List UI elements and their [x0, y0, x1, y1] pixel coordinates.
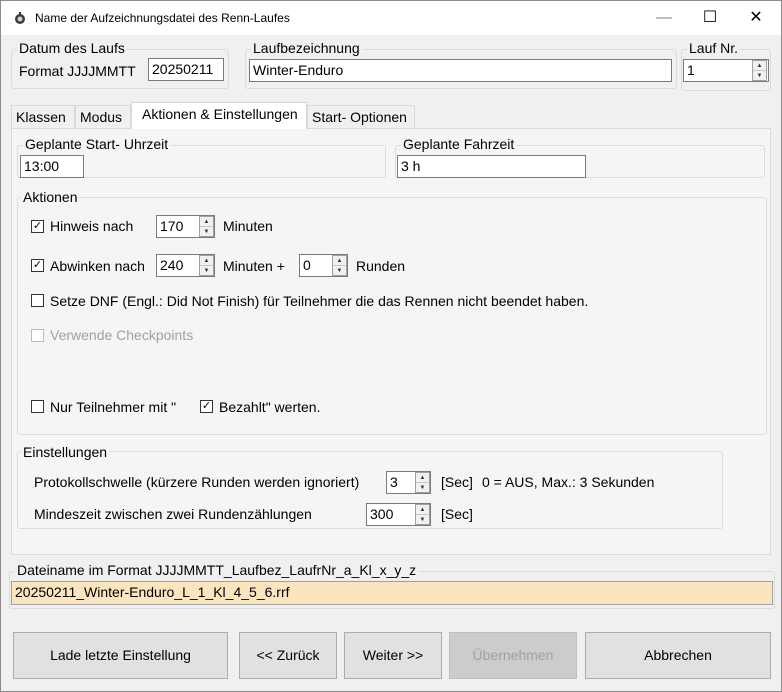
wave-checkbox[interactable]: ✓	[31, 259, 44, 272]
spin-up-icon[interactable]: ▲	[200, 256, 213, 266]
load-last-settings-button[interactable]: Lade letzte Einstellung	[13, 632, 228, 679]
spin-down-icon[interactable]: ▼	[333, 266, 346, 276]
only-participants-checkbox[interactable]	[31, 400, 44, 413]
maximize-button[interactable]: ☐	[687, 1, 733, 35]
min-time-label: Mindeszeit zwischen zwei Rundenzählungen	[34, 506, 312, 522]
app-icon	[15, 12, 25, 24]
close-button[interactable]: ✕	[733, 1, 779, 35]
minimize-button[interactable]: —	[641, 1, 687, 35]
wave-laps-spinner[interactable]: ▲ ▼	[332, 255, 347, 276]
run-number-group-label: Lauf Nr.	[687, 40, 741, 56]
wave-minutes-unit-label: Minuten +	[223, 258, 285, 274]
back-button[interactable]: << Zurück	[239, 632, 337, 679]
notice-checkbox[interactable]: ✓	[31, 220, 44, 233]
tab-strip: Klassen Modus Aktionen & Einstellungen S…	[11, 102, 771, 129]
spin-up-icon[interactable]: ▲	[753, 61, 766, 71]
notice-unit-label: Minuten	[223, 218, 273, 234]
tab-start-optionen[interactable]: Start- Optionen	[307, 105, 415, 129]
threshold-unit: [Sec]	[441, 474, 473, 490]
only-participants-label[interactable]: Nur Teilnehmer mit "	[50, 399, 176, 415]
notice-label[interactable]: Hinweis nach	[50, 218, 133, 234]
paid-label[interactable]: Bezahlt" werten.	[219, 399, 320, 415]
date-input[interactable]: 20250211	[148, 58, 224, 81]
actions-group-label: Aktionen	[21, 189, 80, 205]
run-name-group-label: Laufbezeichnung	[251, 40, 362, 56]
spin-down-icon[interactable]: ▼	[416, 483, 429, 493]
apply-button: Übernehmen	[449, 632, 577, 679]
threshold-spinner[interactable]: ▲ ▼	[415, 472, 430, 493]
tab-modus[interactable]: Modus	[75, 105, 131, 129]
threshold-hint: 0 = AUS, Max.: 3 Sekunden	[482, 474, 655, 490]
spin-up-icon[interactable]: ▲	[200, 217, 213, 227]
title-bar[interactable]: Name der Aufzeichnungsdatei des Renn-Lau…	[1, 1, 781, 35]
run-number-spinner[interactable]: ▲ ▼	[752, 60, 767, 81]
spin-down-icon[interactable]: ▼	[200, 227, 213, 237]
duration-input[interactable]: 3 h	[397, 155, 586, 178]
cancel-button[interactable]: Abbrechen	[585, 632, 771, 679]
next-button[interactable]: Weiter >>	[344, 632, 442, 679]
window-title: Name der Aufzeichnungsdatei des Renn-Lau…	[35, 11, 290, 25]
spin-down-icon[interactable]: ▼	[416, 515, 429, 525]
min-time-spinner[interactable]: ▲ ▼	[415, 504, 430, 525]
tab-aktionen-einstellungen[interactable]: Aktionen & Einstellungen	[131, 102, 307, 129]
paid-checkbox[interactable]: ✓	[200, 400, 213, 413]
spin-up-icon[interactable]: ▲	[416, 505, 429, 515]
notice-minutes-spinner[interactable]: ▲ ▼	[199, 216, 214, 237]
tab-klassen[interactable]: Klassen	[11, 105, 75, 129]
checkpoints-checkbox	[31, 329, 44, 342]
start-time-input[interactable]: 13:00	[20, 155, 84, 178]
wave-label[interactable]: Abwinken nach	[50, 258, 145, 274]
duration-label: Geplante Fahrzeit	[401, 136, 517, 152]
filename-label: Dateiname im Format JJJJMMTT_Laufbez_Lau…	[15, 562, 419, 578]
spin-up-icon[interactable]: ▲	[416, 473, 429, 483]
filename-field[interactable]: 20250211_Winter-Enduro_L_1_Kl_4_5_6.rrf	[11, 581, 773, 605]
dnf-checkbox[interactable]	[31, 294, 44, 307]
threshold-label: Protokollschwelle (kürzere Runden werden…	[34, 474, 360, 490]
date-group-label: Datum des Laufs	[17, 40, 127, 56]
checkpoints-label: Verwende Checkpoints	[50, 327, 194, 343]
spin-up-icon[interactable]: ▲	[333, 256, 346, 266]
settings-group-label: Einstellungen	[21, 444, 110, 460]
dnf-label[interactable]: Setze DNF (Engl.: Did Not Finish) für Te…	[50, 293, 588, 309]
min-time-unit: [Sec]	[441, 506, 473, 522]
run-name-input[interactable]: Winter-Enduro	[249, 59, 672, 82]
date-format-label: Format JJJJMMTT	[19, 63, 136, 79]
dialog-window: Name der Aufzeichnungsdatei des Renn-Lau…	[0, 0, 782, 692]
start-time-label: Geplante Start- Uhrzeit	[23, 136, 171, 152]
spin-down-icon[interactable]: ▼	[200, 266, 213, 276]
spin-down-icon[interactable]: ▼	[753, 71, 766, 81]
wave-laps-unit-label: Runden	[356, 258, 406, 274]
wave-minutes-spinner[interactable]: ▲ ▼	[199, 255, 214, 276]
